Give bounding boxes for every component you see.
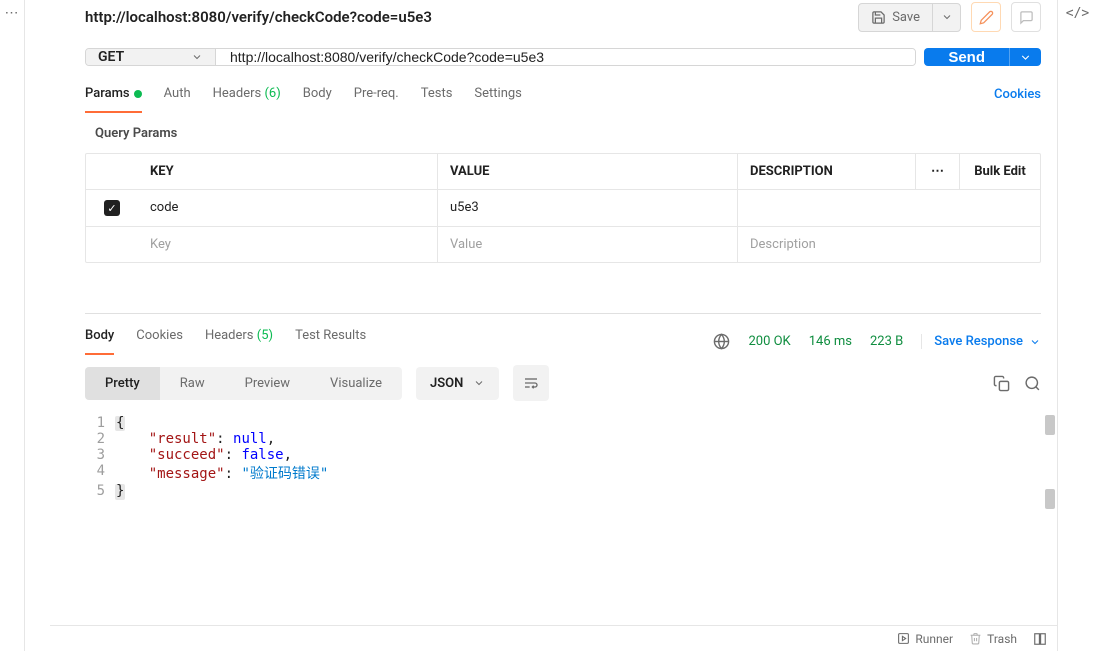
view-visualize[interactable]: Visualize (310, 367, 402, 400)
layout-icon (1033, 632, 1047, 646)
pencil-icon (979, 10, 994, 25)
response-body[interactable]: 1{ 2 "result": null, 3 "succeed": false,… (25, 411, 1057, 504)
chevron-down-icon (941, 11, 953, 23)
status-time: 146 ms (809, 334, 852, 349)
query-params-title: Query Params (25, 114, 1057, 147)
save-button[interactable]: Save (859, 4, 932, 31)
col-value: VALUE (438, 154, 738, 189)
comment-icon (1019, 10, 1034, 25)
param-key[interactable]: code (138, 190, 438, 226)
resp-tab-body[interactable]: Body (85, 328, 114, 355)
runner-button[interactable]: Runner (897, 632, 953, 646)
chevron-down-icon (473, 377, 485, 389)
wrap-icon (523, 375, 539, 391)
save-response-button[interactable]: Save Response (921, 334, 1041, 349)
tab-headers[interactable]: Headers (6) (213, 86, 281, 113)
scroll-marker (1045, 415, 1055, 435)
table-header: KEY VALUE DESCRIPTION ⋯ Bulk Edit (86, 154, 1040, 190)
method-select[interactable]: GET (86, 49, 216, 65)
scroll-marker (1045, 489, 1055, 509)
view-raw[interactable]: Raw (160, 367, 225, 400)
chevron-down-icon (191, 51, 203, 63)
edit-button[interactable] (971, 2, 1001, 32)
bulk-edit-button[interactable]: Bulk Edit (960, 154, 1040, 189)
col-more[interactable]: ⋯ (916, 154, 960, 189)
row-checkbox[interactable]: ✓ (104, 200, 120, 216)
resp-tab-cookies[interactable]: Cookies (136, 328, 183, 355)
params-table: KEY VALUE DESCRIPTION ⋯ Bulk Edit ✓ code… (85, 153, 1041, 263)
trash-icon (969, 632, 982, 645)
panel-layout-button[interactable] (1033, 632, 1047, 646)
col-key: KEY (138, 154, 438, 189)
status-size: 223 B (870, 334, 903, 349)
right-sidebar: </> (1057, 0, 1097, 651)
left-sidebar: ⋯ (0, 0, 25, 651)
tab-body[interactable]: Body (303, 86, 332, 113)
save-group: Save (858, 3, 961, 32)
method-value: GET (98, 49, 124, 65)
table-row-empty: Key Value Description (86, 227, 1040, 262)
comment-button[interactable] (1011, 2, 1041, 32)
trash-button[interactable]: Trash (969, 632, 1017, 646)
tab-params[interactable]: Params (85, 86, 142, 113)
tab-tests[interactable]: Tests (421, 86, 453, 113)
save-label: Save (892, 10, 920, 25)
status-code: 200 OK (748, 334, 790, 349)
code-icon[interactable]: </> (1066, 6, 1089, 21)
wrap-button[interactable] (513, 365, 549, 401)
response-message: "验证码错误" (241, 466, 328, 482)
view-pretty[interactable]: Pretty (85, 367, 160, 400)
globe-icon[interactable] (713, 333, 730, 350)
table-row: ✓ code u5e3 (86, 190, 1040, 227)
param-desc-placeholder[interactable]: Description (738, 227, 1040, 262)
url-input[interactable] (216, 49, 915, 65)
param-desc[interactable] (738, 190, 1040, 226)
tab-auth[interactable]: Auth (164, 86, 191, 113)
footer: Runner Trash (50, 625, 1057, 651)
tab-settings[interactable]: Settings (474, 86, 521, 113)
copy-icon[interactable] (993, 375, 1010, 392)
chevron-down-icon (1019, 51, 1032, 64)
chevron-down-icon (1029, 336, 1041, 348)
save-icon (871, 10, 886, 25)
col-desc: DESCRIPTION (738, 154, 916, 189)
more-icon[interactable]: ⋯ (5, 5, 20, 21)
send-button[interactable]: Send (924, 48, 1009, 66)
params-indicator-dot (134, 90, 142, 98)
format-select[interactable]: JSON (416, 367, 499, 400)
send-dropdown[interactable] (1009, 48, 1041, 66)
search-icon[interactable] (1024, 375, 1041, 392)
view-preview[interactable]: Preview (225, 367, 310, 400)
resp-tab-headers[interactable]: Headers (5) (205, 328, 273, 355)
param-key-placeholder[interactable]: Key (138, 227, 438, 262)
param-value[interactable]: u5e3 (438, 190, 738, 226)
param-value-placeholder[interactable]: Value (438, 227, 738, 262)
cookies-link[interactable]: Cookies (994, 87, 1041, 112)
resp-tab-testresults[interactable]: Test Results (295, 328, 366, 355)
tab-prereq[interactable]: Pre-req. (354, 86, 399, 113)
save-dropdown[interactable] (932, 4, 960, 31)
request-title: http://localhost:8080/verify/checkCode?c… (85, 8, 846, 26)
view-modes: Pretty Raw Preview Visualize (85, 367, 402, 400)
play-icon (897, 632, 910, 645)
